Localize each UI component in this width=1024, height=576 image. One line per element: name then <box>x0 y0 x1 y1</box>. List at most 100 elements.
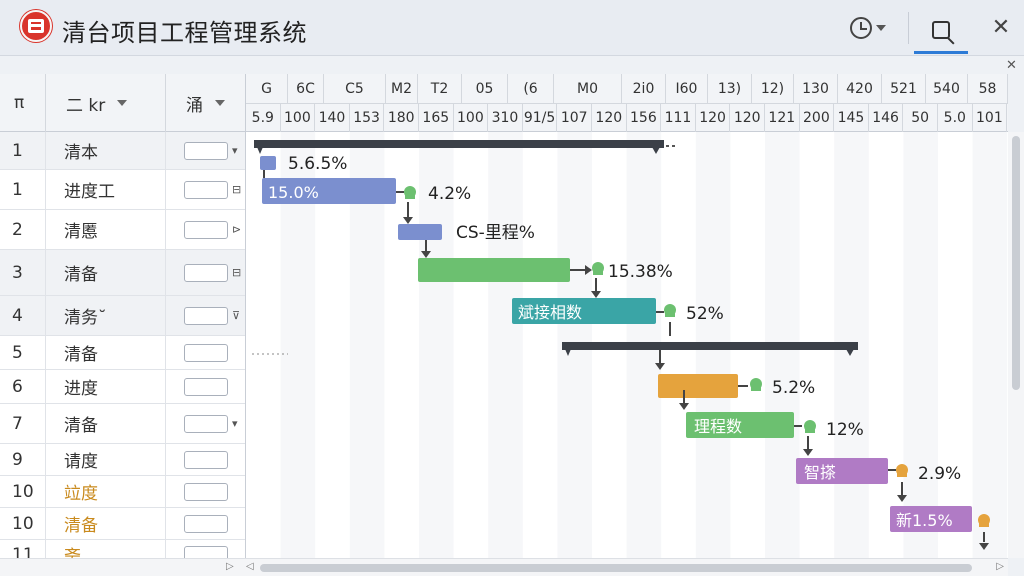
resource-field[interactable] <box>184 220 228 239</box>
task-bar[interactable] <box>398 224 442 240</box>
task-bar[interactable] <box>418 258 570 282</box>
timeline-bottom-label: 146 <box>869 104 904 132</box>
task-name[interactable]: 清备 <box>46 508 166 539</box>
table-row[interactable]: 7 清备 ▾ <box>0 404 245 444</box>
horizontal-scrollbar[interactable]: ◁ ▷ <box>246 558 1008 576</box>
row-number: 2 <box>0 210 46 249</box>
resource-field[interactable] <box>184 180 228 199</box>
resource-field[interactable] <box>184 450 228 469</box>
milestone-icon-base <box>405 195 415 199</box>
resource-field[interactable] <box>184 141 228 160</box>
timeline-bottom-label: 120 <box>730 104 765 132</box>
resource-cell[interactable]: ▾ <box>166 404 245 443</box>
task-name[interactable]: 清本 <box>46 132 166 169</box>
timeline-top-label: 130 <box>794 74 838 104</box>
scroll-left-icon[interactable]: ◁ <box>246 561 254 572</box>
toolbar-divider <box>908 12 909 44</box>
task-name[interactable]: 清备 <box>46 404 166 443</box>
dependency-arrow-head <box>679 403 689 410</box>
dropdown-icon[interactable]: ⊟ <box>232 265 241 281</box>
table-row[interactable]: 6 进度 <box>0 370 245 404</box>
table-row[interactable]: 4 清务˘ ⊽ <box>0 296 245 336</box>
table-row[interactable]: 2 清慝 ⊳ <box>0 210 245 250</box>
table-row[interactable]: 5 清备 <box>0 336 245 370</box>
table-row[interactable]: 1 清本 ▾ <box>0 132 245 170</box>
row-number: 1 <box>0 132 46 169</box>
table-row[interactable]: 9 请度 <box>0 444 245 476</box>
history-button[interactable] <box>850 14 894 42</box>
grid-scrollbar[interactable]: ▷ <box>0 558 246 576</box>
resource-cell[interactable]: ⊟ <box>166 250 245 295</box>
search-button[interactable] <box>914 8 968 54</box>
task-name[interactable]: 进度 <box>46 370 166 403</box>
timeline-bottom-label: 310 <box>488 104 523 132</box>
resource-cell[interactable] <box>166 370 245 403</box>
resource-cell[interactable] <box>166 444 245 475</box>
resource-field[interactable] <box>184 545 228 558</box>
resource-field[interactable] <box>184 306 228 325</box>
resource-cell[interactable] <box>166 476 245 507</box>
resource-cell[interactable]: ▾ <box>166 132 245 169</box>
timeline-top-label: 2i0 <box>622 74 666 104</box>
scroll-right-icon[interactable]: ▷ <box>226 561 234 572</box>
task-name[interactable]: 清慝 <box>46 210 166 249</box>
timeline-header: G 6C C5 M2 T2 05 (6 M0 2i0 I60 13) 12) 130 420 521 540 5… <box>246 74 1008 132</box>
task-bar[interactable] <box>260 156 276 170</box>
close-icon[interactable]: ✕ <box>986 14 1016 42</box>
milestone-icon-base <box>805 429 815 433</box>
panel-close-icon[interactable]: ✕ <box>1006 58 1017 73</box>
table-row[interactable]: 10 竝度 <box>0 476 245 508</box>
scroll-right-icon[interactable]: ▷ <box>996 561 1004 572</box>
timeline-column-shade <box>488 132 523 558</box>
resource-field[interactable] <box>184 377 228 396</box>
task-name[interactable]: 斋 <box>46 540 166 558</box>
resource-field[interactable] <box>184 263 228 282</box>
resource-field[interactable] <box>184 482 228 501</box>
vertical-scrollbar[interactable] <box>1008 132 1024 558</box>
task-name[interactable]: 进度工 <box>46 170 166 209</box>
task-name[interactable]: 请度 <box>46 444 166 475</box>
resource-cell[interactable] <box>166 540 245 558</box>
resource-field[interactable] <box>184 514 228 533</box>
table-row[interactable]: 10 清备 <box>0 508 245 540</box>
task-name[interactable]: 竝度 <box>46 476 166 507</box>
horizontal-scroll-thumb[interactable] <box>260 564 972 572</box>
task-bar[interactable] <box>658 374 738 398</box>
timeline-top-label: 13) <box>708 74 752 104</box>
resource-field[interactable] <box>184 343 228 362</box>
vertical-scroll-thumb[interactable] <box>1012 136 1020 390</box>
timeline-top-label: I60 <box>666 74 708 104</box>
timeline-top-label: C5 <box>324 74 386 104</box>
timeline-bottom-label: 120 <box>592 104 627 132</box>
dropdown-icon[interactable]: ⊳ <box>232 222 241 238</box>
column-header-name[interactable]: 二 kr <box>46 74 166 132</box>
task-name[interactable]: 清务˘ <box>46 296 166 335</box>
resource-cell[interactable]: ⊽ <box>166 296 245 335</box>
milestone-icon-base <box>751 387 761 391</box>
dropdown-icon[interactable]: ⊽ <box>232 308 240 324</box>
dropdown-icon[interactable]: ▾ <box>232 143 238 159</box>
table-row[interactable]: 3 清备 ⊟ <box>0 250 245 296</box>
task-name[interactable]: 清备 <box>46 250 166 295</box>
table-row[interactable]: 11 斋 <box>0 540 245 558</box>
chevron-down-icon[interactable] <box>117 100 128 106</box>
milestone-icon-base <box>897 473 907 477</box>
search-icon <box>932 20 950 39</box>
resource-cell[interactable] <box>166 336 245 369</box>
timeline-top-label: 521 <box>882 74 926 104</box>
task-label: 2.9% <box>918 464 961 484</box>
resource-cell[interactable]: ⊟ <box>166 170 245 209</box>
dropdown-icon[interactable]: ⊟ <box>232 182 241 198</box>
task-label: 15.38% <box>608 262 673 282</box>
gantt-chart: 5.6.5% 15.0% 4.2% CS-里程% 15.38% 斌接相数 52% 5.2% 理程… <box>252 132 1008 558</box>
chevron-down-icon[interactable] <box>215 100 225 106</box>
dropdown-icon[interactable]: ▾ <box>232 416 238 432</box>
resource-field[interactable] <box>184 414 228 433</box>
column-header-resource[interactable]: 涌 <box>166 74 245 132</box>
table-row[interactable]: 1 进度工 ⊟ <box>0 170 245 210</box>
resource-cell[interactable]: ⊳ <box>166 210 245 249</box>
resource-cell[interactable] <box>166 508 245 539</box>
task-name[interactable]: 清备 <box>46 336 166 369</box>
column-header-number[interactable]: π <box>0 74 46 132</box>
row-number: 9 <box>0 444 46 475</box>
